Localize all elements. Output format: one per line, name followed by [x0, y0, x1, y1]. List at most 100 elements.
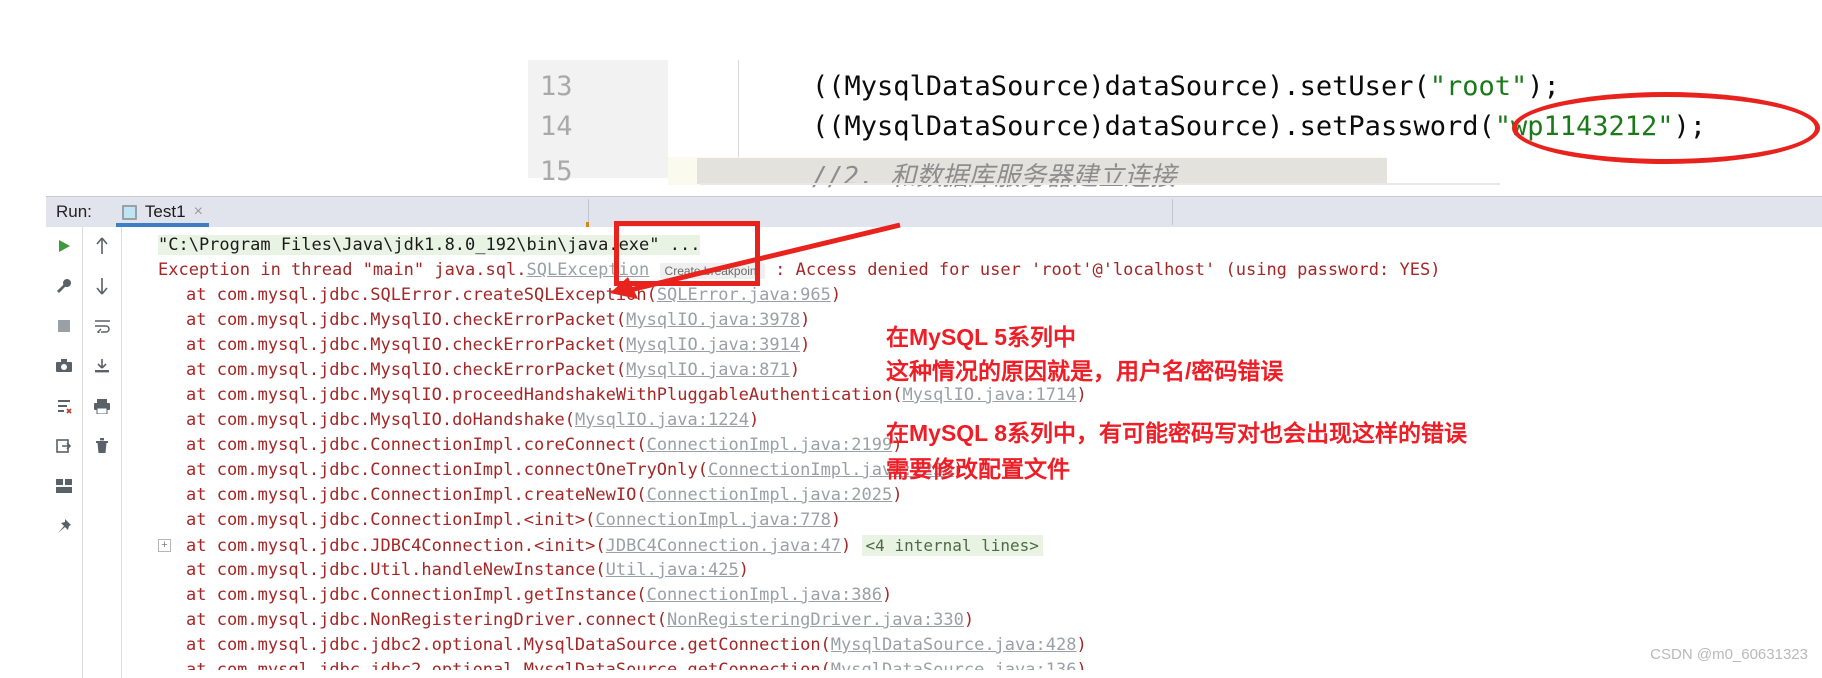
run-toolbar-secondary — [83, 227, 122, 678]
frame-tail: ) — [800, 335, 811, 355]
frame-text: at com.mysql.jdbc.JDBC4Connection.<init>… — [186, 536, 606, 556]
tab-label: Test1 — [144, 202, 186, 221]
frame-tail: ) — [748, 410, 760, 430]
stop-icon[interactable] — [53, 315, 75, 337]
code-comment-15: //2. 和数据库服务器建立连接 — [812, 162, 1177, 192]
create-breakpoint-chip[interactable]: Create breakpoint — [659, 263, 765, 279]
arrow-up-icon[interactable] — [91, 235, 113, 257]
frame-tail: ) — [738, 560, 749, 580]
frame-tail: ) — [892, 485, 903, 505]
frame-tail: ) — [1076, 385, 1087, 405]
frame-text: at com.mysql.jdbc.MysqlIO.proceedHandsha… — [186, 385, 903, 405]
frame-text: at com.mysql.jdbc.NonRegisteringDriver.c… — [186, 610, 668, 630]
frame-link[interactable]: MysqlDataSource.java:428 — [831, 635, 1077, 655]
exception-message: : Access denied for user 'root'@'localho… — [764, 260, 1441, 280]
export-icon[interactable] — [53, 435, 75, 457]
frame-link[interactable]: ConnectionImpl.java:2199 — [647, 435, 893, 455]
run-toolbar-primary — [46, 227, 83, 678]
frame-link[interactable]: MysqlIO.java:871 — [626, 360, 790, 380]
exception-head: Exception in thread "main" java.sql. — [158, 260, 527, 280]
stack-frame[interactable]: at com.mysql.jdbc.SQLError.createSQLExce… — [122, 283, 1822, 308]
code-prefix-13: ((MysqlDataSource)dataSource).setUser( — [812, 70, 1430, 102]
stack-frame[interactable]: at com.mysql.jdbc.jdbc2.optional.MysqlDa… — [122, 633, 1822, 658]
stack-frame[interactable]: at com.mysql.jdbc.jdbc2.optional.MysqlDa… — [122, 658, 1822, 670]
arrow-down-icon[interactable] — [91, 275, 113, 297]
frame-link[interactable]: NonRegisteringDriver.java:330 — [667, 610, 964, 630]
layout-icon[interactable] — [53, 475, 75, 497]
frame-tail: ) — [963, 610, 975, 630]
frame-text: at com.mysql.jdbc.jdbc2.optional.MysqlDa… — [186, 635, 831, 655]
run-configuration-icon — [121, 204, 137, 220]
camera-icon[interactable] — [53, 355, 75, 377]
code-string-14: "wp1143212" — [1494, 110, 1674, 142]
frame-text: at com.mysql.jdbc.MysqlIO.checkErrorPack… — [186, 335, 627, 355]
frame-link[interactable]: Util.java:425 — [606, 560, 739, 580]
frame-text: at com.mysql.jdbc.MysqlIO.checkErrorPack… — [186, 360, 627, 380]
frame-link[interactable]: ConnectionImpl.java:386 — [647, 585, 882, 605]
internal-lines-chip[interactable]: <4 internal lines> — [861, 535, 1043, 556]
frame-tail: ) — [800, 310, 811, 330]
exception-class-link[interactable]: SQLException — [526, 260, 649, 280]
code-suffix-14: ); — [1673, 110, 1707, 142]
pin-icon[interactable] — [53, 515, 75, 537]
code-suffix-13: ); — [1527, 70, 1560, 102]
frame-link[interactable]: MysqlIO.java:3978 — [626, 310, 800, 330]
console-output[interactable]: "C:\Program Files\Java\jdk1.8.0_192\bin\… — [122, 227, 1822, 670]
frame-link[interactable]: ConnectionImpl.java:2025 — [647, 485, 893, 505]
console-command-line: "C:\Program Files\Java\jdk1.8.0_192\bin\… — [122, 233, 1822, 258]
frame-tail: ) — [881, 585, 893, 605]
stack-frame[interactable]: at com.mysql.jdbc.ConnectionImpl.<init>(… — [122, 508, 1822, 533]
code-content-14: ((MysqlDataSource)dataSource).setPasswor… — [812, 111, 1706, 142]
code-content-13: ((MysqlDataSource)dataSource).setUser("r… — [812, 71, 1560, 102]
line-number-15: 15 — [540, 156, 573, 187]
frame-link[interactable]: SQLError.java:965 — [657, 285, 831, 305]
annotation-line-3: 在MySQL 8系列中，有可能密码写对也会出现这样的错误 — [886, 420, 1467, 446]
trash-icon[interactable] — [91, 435, 113, 457]
line-number-13: 13 — [540, 70, 573, 102]
frame-text: at com.mysql.jdbc.ConnectionImpl.<init>( — [186, 510, 596, 530]
frame-text: at com.mysql.jdbc.ConnectionImpl.connect… — [186, 460, 708, 480]
frame-text: at com.mysql.jdbc.MysqlIO.doHandshake( — [186, 410, 575, 430]
run-tab-bar: Run: Test1 × — [46, 197, 1822, 227]
stack-frame[interactable]: at com.mysql.jdbc.ConnectionImpl.getInst… — [122, 583, 1822, 608]
expand-frames-icon[interactable]: + — [158, 539, 171, 552]
stack-frame-folded[interactable]: + at com.mysql.jdbc.JDBC4Connection.<init… — [122, 533, 1822, 558]
tab-test1[interactable]: Test1 × — [115, 197, 209, 227]
frame-link[interactable]: JDBC4Connection.java:47 — [606, 536, 841, 556]
stack-frame[interactable]: at com.mysql.jdbc.NonRegisteringDriver.c… — [122, 608, 1822, 633]
annotation-line-4: 需要修改配置文件 — [886, 456, 1070, 482]
run-window-label: Run: — [56, 202, 92, 221]
close-icon[interactable]: × — [194, 203, 203, 221]
stack-frame[interactable]: at com.mysql.jdbc.Util.handleNewInstance… — [122, 558, 1822, 583]
frame-link[interactable]: ConnectionImpl.java:778 — [595, 510, 830, 530]
frame-tail: ) — [841, 536, 852, 556]
frame-tail: ) — [830, 510, 842, 530]
command-text: "C:\Program Files\Java\jdk1.8.0_192\bin\… — [158, 235, 701, 255]
frame-text: at com.mysql.jdbc.SQLError.createSQLExce… — [186, 285, 657, 305]
frame-text: at com.mysql.jdbc.ConnectionImpl.createN… — [186, 485, 647, 505]
frame-tail: ) — [789, 360, 801, 380]
code-editor[interactable]: 13 ((MysqlDataSource)dataSource).setUser… — [0, 0, 1822, 200]
wrench-icon[interactable] — [53, 275, 75, 297]
frame-link[interactable]: MysqlIO.java:3914 — [626, 335, 800, 355]
scroll-end-icon[interactable] — [91, 355, 113, 377]
console-exception-line: Exception in thread "main" java.sql.SQLE… — [122, 258, 1822, 283]
watermark: CSDN @m0_60631323 — [1650, 646, 1808, 663]
frame-link[interactable]: MysqlIO.java:1224 — [575, 410, 749, 430]
frame-text: at com.mysql.jdbc.ConnectionImpl.getInst… — [186, 585, 647, 605]
stack-frame[interactable]: at com.mysql.jdbc.ConnectionImpl.createN… — [122, 483, 1822, 508]
stack-frame[interactable]: at com.mysql.jdbc.MysqlIO.proceedHandsha… — [122, 383, 1822, 408]
frame-text: at com.mysql.jdbc.Util.handleNewInstance… — [186, 560, 606, 580]
frame-link[interactable]: MysqlIO.java:1714 — [902, 385, 1076, 405]
tab-bar-divider-2 — [1172, 199, 1173, 225]
line-number-14: 14 — [540, 110, 573, 142]
editor-separator — [700, 183, 1500, 185]
play-icon[interactable] — [53, 235, 75, 257]
code-line-14[interactable]: 14 ((MysqlDataSource)dataSource).setPass… — [0, 102, 1822, 150]
trace-icon[interactable] — [53, 395, 75, 417]
frame-text: at com.mysql.jdbc.MysqlIO.checkErrorPack… — [186, 310, 627, 330]
printer-icon[interactable] — [91, 395, 113, 417]
annotation-line-2: 这种情况的原因就是，用户名/密码错误 — [886, 358, 1284, 384]
wrap-icon[interactable] — [91, 315, 113, 337]
code-prefix-14: ((MysqlDataSource)dataSource).setPasswor… — [812, 110, 1495, 142]
